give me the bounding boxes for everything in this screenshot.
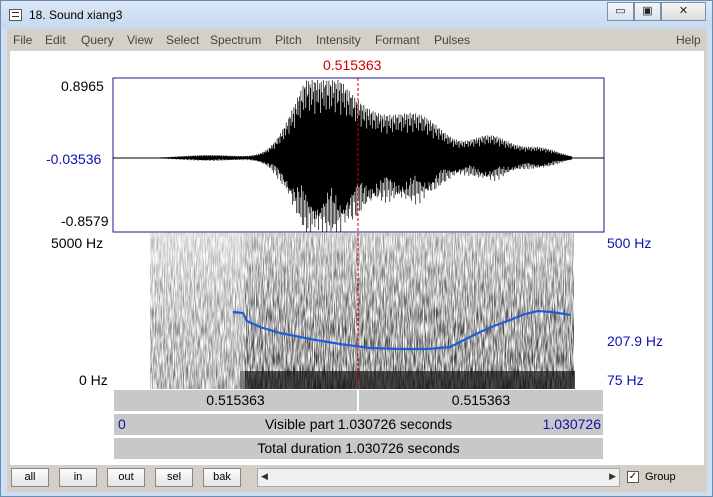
window-title: 18. Sound xiang3 <box>29 8 123 22</box>
zoom-in-button[interactable]: in <box>59 468 97 487</box>
zoom-selection-button[interactable]: sel <box>155 468 193 487</box>
group-checkbox[interactable]: ✓ <box>627 471 639 483</box>
visible-end-time: 1.030726 <box>542 416 601 432</box>
menu-view[interactable]: View <box>127 33 153 47</box>
editor-area[interactable]: 0.515363 0.8965 -0.03536 -0.8579 5000 Hz… <box>10 51 704 485</box>
right-segment-bar[interactable]: 0.515363 <box>358 389 604 412</box>
bottom-toolbar: all in out sel bak ◀ ▶ ✓ Group <box>7 465 707 492</box>
menu-spectrum[interactable]: Spectrum <box>210 33 261 47</box>
visible-start-time: 0 <box>118 416 126 432</box>
zoom-all-button[interactable]: all <box>11 468 49 487</box>
menu-query[interactable]: Query <box>81 33 114 47</box>
zoom-back-button[interactable]: bak <box>203 468 241 487</box>
menu-help[interactable]: Help <box>676 33 701 47</box>
menu-intensity[interactable]: Intensity <box>316 33 361 47</box>
zoom-out-button[interactable]: out <box>107 468 145 487</box>
praat-sound-window: 18. Sound xiang3 ▭ ▣ ✕ File Edit Query V… <box>0 0 713 497</box>
menu-pitch[interactable]: Pitch <box>275 33 302 47</box>
visible-part-label: Visible part 1.030726 seconds <box>264 416 453 432</box>
scroll-right-icon[interactable]: ▶ <box>609 471 616 482</box>
menu-bar: File Edit Query View Select Spectrum Pit… <box>7 29 707 51</box>
menu-file[interactable]: File <box>13 33 32 47</box>
group-label: Group <box>645 471 676 483</box>
close-button[interactable]: ✕ <box>661 2 706 21</box>
client-area: File Edit Query View Select Spectrum Pit… <box>7 29 707 492</box>
scroll-left-icon[interactable]: ◀ <box>261 471 268 482</box>
menu-pulses[interactable]: Pulses <box>434 33 470 47</box>
menu-select[interactable]: Select <box>166 33 199 47</box>
maximize-button[interactable]: ▣ <box>634 2 661 21</box>
title-bar[interactable]: 18. Sound xiang3 ▭ ▣ ✕ <box>1 1 712 29</box>
total-duration-bar[interactable]: Total duration 1.030726 seconds <box>113 437 604 460</box>
menu-edit[interactable]: Edit <box>45 33 66 47</box>
minimize-button[interactable]: ▭ <box>607 2 634 21</box>
left-segment-bar[interactable]: 0.515363 <box>113 389 358 412</box>
menu-formant[interactable]: Formant <box>375 33 420 47</box>
visible-part-bar[interactable]: 0 Visible part 1.030726 seconds 1.030726 <box>113 413 604 436</box>
app-icon <box>9 9 22 21</box>
time-scrollbar[interactable]: ◀ ▶ <box>257 468 620 487</box>
